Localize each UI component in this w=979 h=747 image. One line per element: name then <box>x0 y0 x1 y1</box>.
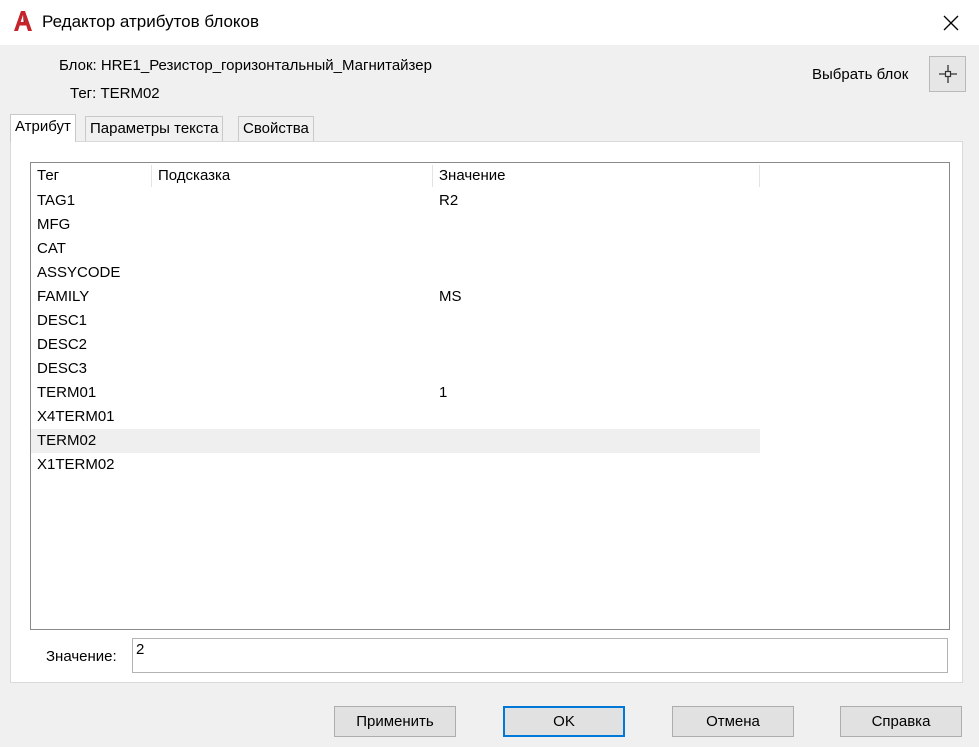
tab-properties[interactable]: Свойства <box>238 116 314 142</box>
attribute-panel: Тег Подсказка Значение TAG1 R2 MFG CAT ASSYC… <box>10 141 963 683</box>
table-row[interactable]: TAG1 R2 <box>31 189 760 213</box>
block-name-label: Блок: HRE1_Резистор_горизонтальный_Магни… <box>59 57 432 74</box>
title-bar: Редактор атрибутов блоков <box>0 0 979 45</box>
pick-block-button[interactable] <box>929 56 966 92</box>
window-title: Редактор атрибутов блоков <box>42 12 260 31</box>
close-icon <box>943 15 959 31</box>
crosshair-icon <box>938 65 957 83</box>
tag-cell: TERM02 <box>37 432 97 449</box>
value-input[interactable] <box>132 638 948 673</box>
table-row[interactable]: X1TERM02 <box>31 453 760 477</box>
tag-cell: FAMILY <box>37 288 90 305</box>
table-row[interactable]: MFG <box>31 213 760 237</box>
apply-button[interactable]: Применить <box>334 706 456 737</box>
column-header-prompt[interactable]: Подсказка <box>152 163 432 189</box>
tag-cell: CAT <box>37 240 66 257</box>
autocad-logo-icon <box>14 11 32 31</box>
cancel-button[interactable]: Отмена <box>672 706 794 737</box>
tab-text-options[interactable]: Параметры текста <box>85 116 224 142</box>
tag-cell: X4TERM01 <box>37 408 115 425</box>
column-separator <box>759 165 760 187</box>
tag-name-label: Тег: TERM02 <box>70 85 160 102</box>
ok-button[interactable]: OK <box>503 706 625 737</box>
tag-cell: DESC3 <box>37 360 88 377</box>
close-button[interactable] <box>932 6 970 40</box>
value-cell: MS <box>439 288 462 305</box>
tag-cell: TAG1 <box>37 192 76 209</box>
value-label: Значение: <box>46 648 117 665</box>
table-row[interactable]: DESC3 <box>31 357 760 381</box>
tag-cell: DESC1 <box>37 312 88 329</box>
value-cell: 1 <box>439 384 448 401</box>
attribute-list[interactable]: Тег Подсказка Значение TAG1 R2 MFG CAT ASSYC… <box>30 162 950 630</box>
tag-cell: DESC2 <box>37 336 88 353</box>
table-row[interactable]: CAT <box>31 237 760 261</box>
help-button[interactable]: Справка <box>840 706 962 737</box>
tab-attribute[interactable]: Атрибут <box>10 114 76 142</box>
table-row[interactable]: ASSYCODE <box>31 261 760 285</box>
column-header-tag[interactable]: Тег <box>31 163 151 189</box>
tag-cell: ASSYCODE <box>37 264 121 281</box>
tag-cell: X1TERM02 <box>37 456 115 473</box>
table-row[interactable]: TERM02 <box>31 429 760 453</box>
table-row[interactable]: DESC1 <box>31 309 760 333</box>
table-row[interactable]: DESC2 <box>31 333 760 357</box>
list-header: Тег Подсказка Значение <box>31 163 949 189</box>
table-row[interactable]: X4TERM01 <box>31 405 760 429</box>
pick-block-label: Выбрать блок <box>812 66 909 83</box>
table-row[interactable]: TERM01 1 <box>31 381 760 405</box>
column-header-value[interactable]: Значение <box>433 163 759 189</box>
table-row[interactable]: FAMILY MS <box>31 285 760 309</box>
tag-cell: MFG <box>37 216 71 233</box>
tag-cell: TERM01 <box>37 384 97 401</box>
value-cell: R2 <box>439 192 459 209</box>
